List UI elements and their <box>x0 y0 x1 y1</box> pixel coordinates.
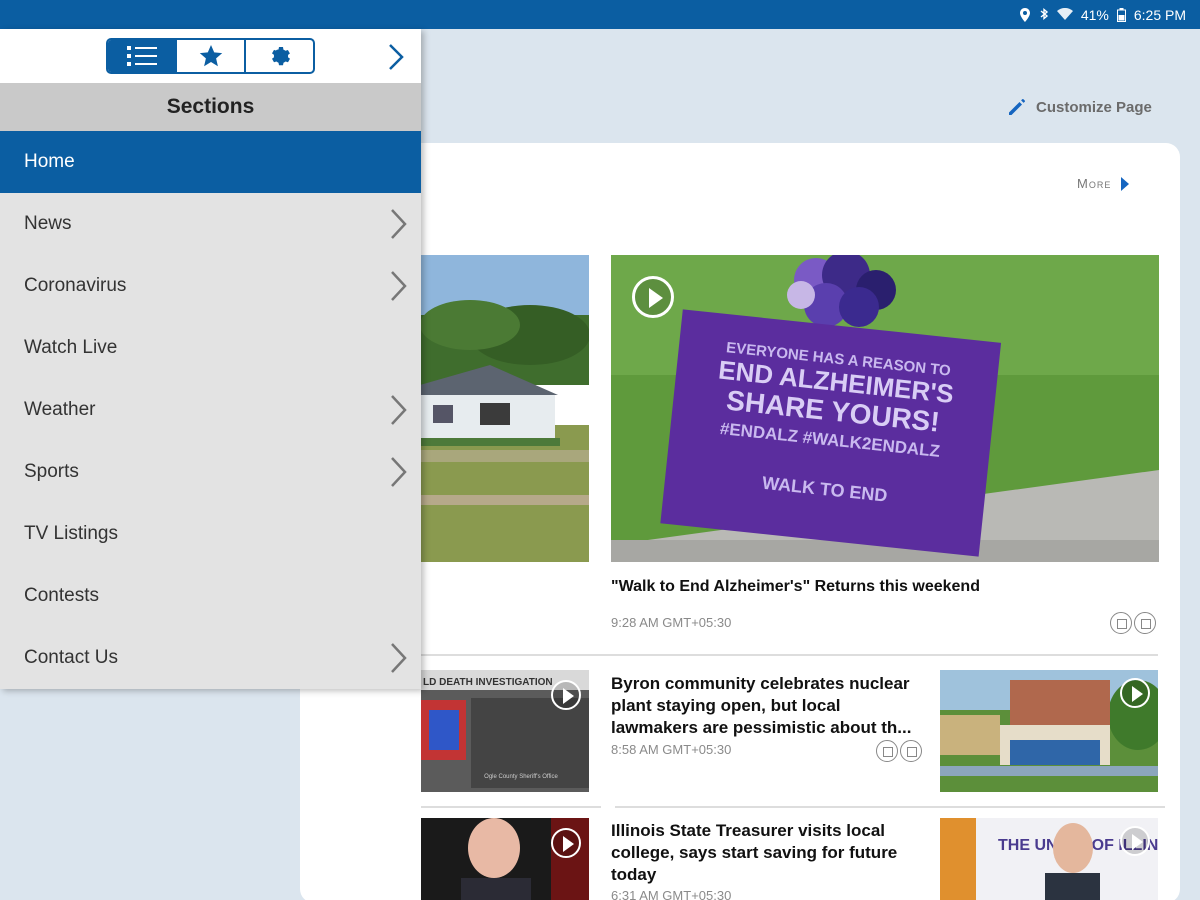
chevron-right-icon <box>391 457 407 487</box>
bluetooth-icon <box>1040 7 1048 20</box>
chevron-right-icon <box>391 271 407 301</box>
sidebar-item-label: Sports <box>24 461 79 482</box>
play-icon[interactable] <box>551 828 581 858</box>
battery-percent: 41% <box>1080 6 1109 23</box>
customize-label: Customize Page <box>1036 98 1152 116</box>
location-icon <box>1019 7 1030 22</box>
sidebar-item-label: Coronavirus <box>24 275 127 296</box>
sidebar-item-label: News <box>24 213 72 234</box>
sidebar-item-label: TV Listings <box>24 523 118 544</box>
chevron-right-icon[interactable] <box>386 43 406 71</box>
sidebar-item-label: Contact Us <box>24 647 118 668</box>
featured-story-image[interactable]: EVERYONE HAS A REASON TO END ALZHEIMER'S… <box>611 255 1159 562</box>
customize-page-button[interactable]: Customize Page <box>1006 96 1152 118</box>
sidebar-item-sports[interactable]: Sports <box>0 441 421 503</box>
featured-time: 9:28 AM GMT+05:30 <box>611 615 732 630</box>
sidebar-item-weather[interactable]: Weather <box>0 379 421 441</box>
more-link[interactable]: More <box>1077 176 1130 191</box>
story2-caption: Ogle County Sheriff's Office <box>484 774 558 780</box>
story3-time: 6:31 AM GMT+05:30 <box>611 888 732 900</box>
star-icon <box>199 45 222 67</box>
sidebar-item-coronavirus[interactable]: Coronavirus <box>0 255 421 317</box>
save-icon[interactable] <box>1110 612 1132 634</box>
sidebar-item-label: Home <box>24 151 75 172</box>
share-icon[interactable] <box>900 740 922 762</box>
sections-header: Sections <box>0 83 421 131</box>
sidebar-item-label: Weather <box>24 399 96 420</box>
play-icon[interactable] <box>632 276 674 318</box>
sidebar-item-watch-live[interactable]: Watch Live <box>0 317 421 379</box>
arrow-right-icon <box>1121 176 1130 191</box>
play-icon[interactable] <box>551 680 581 710</box>
sidebar-item-contact-us[interactable]: Contact Us <box>0 627 421 689</box>
chevron-right-icon <box>391 643 407 673</box>
story2-thumbnail[interactable] <box>940 670 1158 792</box>
divider <box>421 654 1158 656</box>
drawer-toolbar <box>0 29 421 83</box>
story2-banner-text: LD DEATH INVESTIGATION <box>423 677 553 688</box>
story3-left-thumbnail[interactable] <box>421 818 589 900</box>
list-icon <box>126 46 157 66</box>
status-bar: 41% 6:25 PM <box>0 0 1200 29</box>
divider <box>615 806 1165 808</box>
play-icon[interactable] <box>1120 678 1150 708</box>
sidebar-item-news[interactable]: News <box>0 193 421 255</box>
wifi-icon <box>1056 8 1073 20</box>
sections-drawer: Sections Home News Coronavirus Watch Liv… <box>0 29 421 689</box>
share-icon[interactable] <box>1134 612 1156 634</box>
save-icon[interactable] <box>876 740 898 762</box>
settings-tab[interactable] <box>244 40 313 72</box>
sidebar-item-contests[interactable]: Contests <box>0 565 421 627</box>
play-icon[interactable] <box>1120 826 1150 856</box>
sidebar-item-label: Contests <box>24 585 99 606</box>
chevron-right-icon <box>391 395 407 425</box>
story2-headline[interactable]: Byron community celebrates nuclear plant… <box>611 673 927 739</box>
story3-headline[interactable]: Illinois State Treasurer visits local co… <box>611 820 927 886</box>
divider <box>421 806 601 808</box>
gear-icon <box>271 47 290 66</box>
battery-icon <box>1116 7 1126 22</box>
more-label: More <box>1077 176 1112 191</box>
drawer-tab-group <box>106 38 315 74</box>
story3-thumbnail[interactable]: THE UNIV Y OF ILLIN COLLE <box>940 818 1158 900</box>
featured-headline[interactable]: "Walk to End Alzheimer's" Returns this w… <box>611 576 1159 598</box>
story2-time: 8:58 AM GMT+05:30 <box>611 742 732 757</box>
story2-left-thumbnail[interactable]: LD DEATH INVESTIGATION Ogle County Sheri… <box>421 670 589 792</box>
chevron-right-icon <box>391 209 407 239</box>
sidebar-item-label: Watch Live <box>24 337 118 358</box>
sidebar-item-tv-listings[interactable]: TV Listings <box>0 503 421 565</box>
pencil-icon <box>1009 99 1025 115</box>
sections-tab[interactable] <box>108 40 175 72</box>
featured-share-icons[interactable] <box>1110 612 1156 634</box>
favorites-tab[interactable] <box>175 40 244 72</box>
story2-share-icons[interactable] <box>876 740 922 762</box>
sidebar-item-home[interactable]: Home <box>0 131 421 193</box>
clock: 6:25 PM <box>1133 6 1186 23</box>
